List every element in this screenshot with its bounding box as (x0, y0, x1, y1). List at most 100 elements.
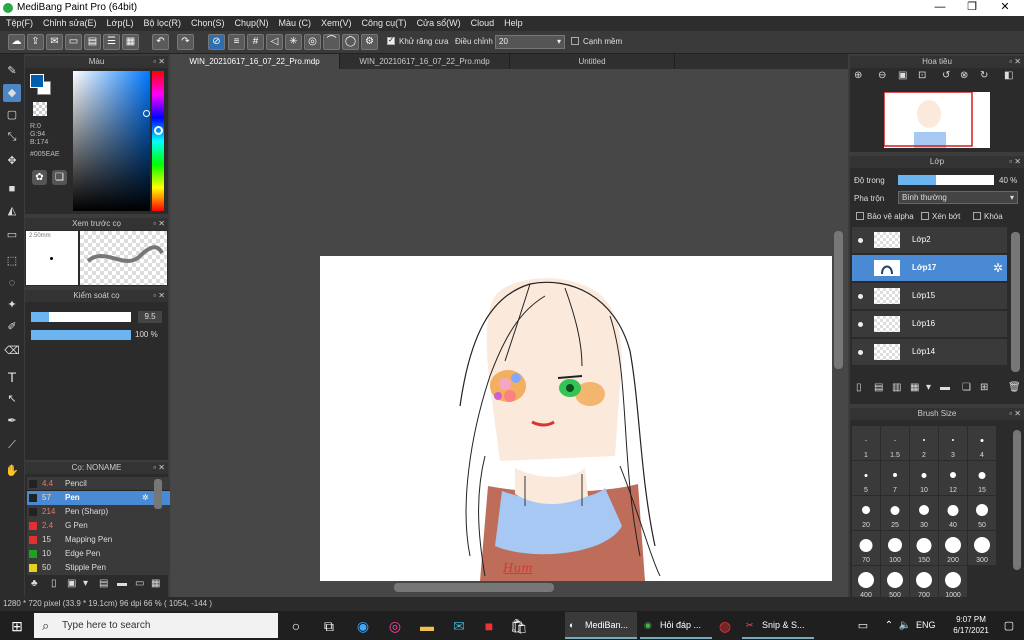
new-layer-icon[interactable]: ▯ (856, 382, 862, 393)
brush-size-value[interactable]: 9.5 (138, 311, 162, 323)
select-pen-tool-icon[interactable]: ✐ (3, 318, 21, 336)
app-icon[interactable]: ◍ (714, 615, 736, 637)
volume-icon[interactable]: 🔈 (894, 615, 916, 637)
select-eraser-tool-icon[interactable]: ⌫ (3, 342, 21, 360)
protect-alpha-checkbox[interactable] (856, 212, 864, 220)
visibility-eye-icon[interactable] (858, 322, 863, 327)
eraser-tool-icon[interactable]: ◆ (3, 84, 21, 102)
tab-doc-2[interactable]: WIN_20210617_16_07_22_Pro.mdp (340, 54, 510, 69)
rotate-right-icon[interactable]: ↻ (980, 70, 988, 81)
hand-tool-icon[interactable]: ✋ (3, 462, 21, 480)
brush-size-option[interactable]: 3 (939, 426, 967, 460)
menu-snap[interactable]: Chụp(N) (229, 16, 273, 28)
lasso-tool-icon[interactable]: ◌ (3, 274, 21, 292)
cloud-icon[interactable]: ☁ (8, 34, 25, 50)
grid-list-icon[interactable]: ▦ (122, 34, 139, 50)
clipping-checkbox[interactable] (921, 212, 929, 220)
zoom-in-icon[interactable]: ⊕ (854, 70, 862, 81)
menu-edit[interactable]: Chỉnh sửa(E) (37, 16, 101, 28)
menu-layer[interactable]: Lớp(L) (101, 16, 138, 28)
upload-icon[interactable]: ⇪ (27, 34, 44, 50)
menu-select[interactable]: Chọn(S) (185, 16, 229, 28)
menu-view[interactable]: Xem(V) (315, 16, 356, 28)
edge-icon[interactable]: ◉ (352, 615, 374, 637)
brush-item[interactable]: 10 Edge Pen (27, 547, 177, 561)
brush-size-option[interactable]: 2 (910, 426, 938, 460)
fit-icon[interactable]: ▣ (898, 70, 907, 81)
color-cursor[interactable] (143, 110, 150, 117)
delete-brush-icon[interactable]: ▦ (151, 578, 160, 589)
layer-opacity-slider[interactable] (898, 175, 994, 185)
redo-icon[interactable]: ↷ (177, 34, 194, 50)
export-brush-icon[interactable]: ▤ (99, 578, 108, 589)
brush-opacity-slider[interactable] (31, 330, 131, 340)
canvas-paper[interactable]: Hum (320, 256, 832, 581)
operation-tool-icon[interactable]: ↖ (3, 390, 21, 408)
brush-size-option[interactable]: 15 (968, 461, 996, 495)
hue-handle[interactable] (154, 126, 163, 135)
language-indicator[interactable]: ENG (916, 620, 936, 630)
brush-size-option[interactable]: 25 (881, 496, 909, 530)
brush-item[interactable]: 15 Mapping Pen (27, 533, 177, 547)
layer-row[interactable]: Lớp2 (852, 227, 1007, 254)
transparent-swatch[interactable] (33, 102, 47, 116)
brush-size-option[interactable]: 4 (968, 426, 996, 460)
bucket-tool-icon[interactable]: ◭ (3, 202, 21, 220)
brush-size-option[interactable]: 12 (939, 461, 967, 495)
menu-help[interactable]: Help (498, 16, 527, 28)
visibility-eye-icon[interactable] (858, 350, 863, 355)
close-button[interactable]: ✕ (990, 0, 1020, 16)
mail-icon[interactable]: ✉ (448, 615, 470, 637)
smooth-checkbox[interactable] (571, 37, 579, 45)
canvas-horizontal-scrollbar[interactable] (394, 583, 554, 592)
canvas-area[interactable]: Hum (170, 69, 848, 597)
gear-icon[interactable]: ✲ (142, 491, 149, 505)
select-tool-icon[interactable]: ⬚ (3, 252, 21, 270)
brush-size-option[interactable]: 20 (852, 496, 880, 530)
taskbar-app-medibang[interactable]: ◐ MediBan... (565, 612, 637, 639)
list-icon[interactable]: ☰ (103, 34, 120, 50)
undo-icon[interactable]: ↶ (152, 34, 169, 50)
brush-size-scrollbar[interactable] (1013, 430, 1021, 570)
layer-row[interactable]: Lớp14 (852, 339, 1007, 366)
magic-wand-tool-icon[interactable]: ✦ (3, 296, 21, 314)
visibility-eye-icon[interactable] (858, 238, 863, 243)
radial-snap-icon[interactable]: ✳ (285, 34, 302, 50)
canvas-vertical-scrollbar[interactable] (834, 231, 843, 369)
brush-tool-icon[interactable]: ✎ (3, 62, 21, 80)
brush-size-option[interactable]: 700 (910, 566, 938, 600)
menu-cloud[interactable]: Cloud (465, 16, 499, 28)
roblox-icon[interactable]: ■ (478, 615, 500, 637)
color-picker-icon[interactable]: ❏ (52, 170, 67, 185)
rotate-left-icon[interactable]: ↺ (942, 70, 950, 81)
flip-icon[interactable]: ◧ (1004, 70, 1013, 81)
ellipse-snap-icon[interactable]: ◯ (342, 34, 359, 50)
brush-size-option[interactable]: 1.5 (881, 426, 909, 460)
browser-icon[interactable]: ◎ (384, 615, 406, 637)
file-explorer-icon[interactable]: ▬ (416, 615, 438, 637)
shape-tool-icon[interactable]: ▢ (3, 106, 21, 124)
blend-mode-dropdown[interactable]: Bình thường ▾ (898, 191, 1018, 204)
merge-layer-icon[interactable]: ⊞ (980, 382, 988, 393)
task-view-icon[interactable]: ⧉ (318, 615, 340, 637)
brush-size-option[interactable]: 500 (881, 566, 909, 600)
cortana-icon[interactable]: ○ (285, 615, 307, 637)
panel-close-icon[interactable]: ▫ ✕ (1009, 56, 1021, 68)
parallel-snap-icon[interactable]: ≡ (228, 34, 245, 50)
taskbar-app-snip[interactable]: ✂ Snip & S... (742, 612, 814, 639)
gradient-tool-icon[interactable]: ▭ (3, 226, 21, 244)
brush-size-option[interactable]: 50 (968, 496, 996, 530)
grid-snap-icon[interactable]: # (247, 34, 264, 50)
maximize-button[interactable]: ❐ (957, 0, 987, 16)
brush-size-option[interactable]: 7 (881, 461, 909, 495)
brush-size-option[interactable]: 100 (881, 531, 909, 565)
layer-row[interactable]: Lớp15 (852, 283, 1007, 310)
brush-size-option[interactable]: 30 (910, 496, 938, 530)
brush-size-slider[interactable] (31, 312, 131, 322)
primary-color-swatch[interactable] (30, 74, 44, 88)
palette-icon[interactable]: ✿ (32, 170, 47, 185)
layer-row-selected[interactable]: Lớp17 ✲ (852, 255, 1007, 282)
layer-row[interactable]: Lớp16 (852, 311, 1007, 338)
gear-icon[interactable]: ✲ (993, 261, 1003, 275)
divide-tool-icon[interactable]: ⟋ (3, 436, 21, 454)
